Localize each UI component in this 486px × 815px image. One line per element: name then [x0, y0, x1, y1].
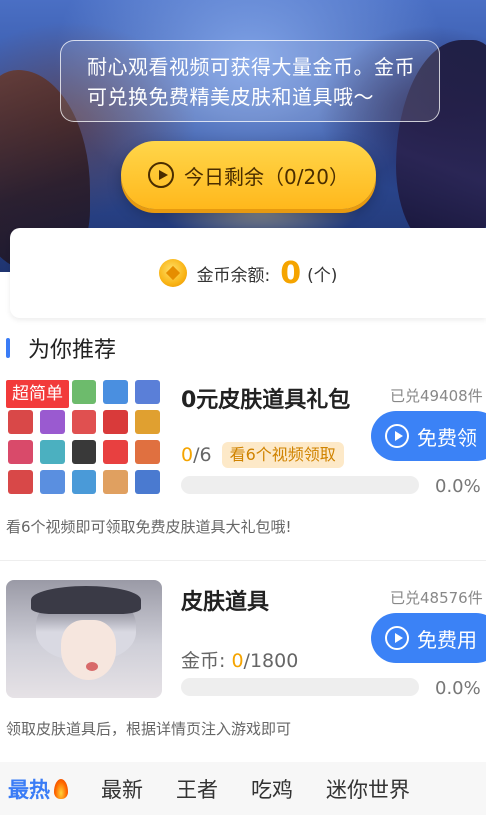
thumbnail-tile [135, 440, 160, 464]
coin-current: 0 [231, 650, 244, 672]
easy-badge: 超简单 [6, 380, 69, 408]
coin-progress: 金币: 0/1800 [181, 646, 298, 673]
section-accent-bar [6, 338, 10, 358]
thumbnail-tile [135, 380, 160, 404]
hero-notice: 耐心观看视频可获得大量金币。金币可兑换免费精美皮肤和道具哦～ [60, 40, 440, 122]
thumbnail-tile [8, 470, 33, 494]
thumbnail-tile [71, 380, 97, 404]
coin-balance-card: 金币余额: 0 (个) [10, 228, 486, 318]
thumbnail-tile [39, 410, 65, 434]
video-progress: 0 /6 看6个视频领取 [181, 442, 344, 468]
thumbnail-tile [103, 440, 129, 464]
balance-label: 金币余额: [196, 265, 271, 286]
progress-current: 0 [181, 444, 194, 466]
thumbnail-tile [135, 470, 160, 494]
coin-label: 金币: [181, 650, 232, 672]
progress-percent: 0.0% [435, 678, 481, 699]
progress-bar [181, 678, 419, 696]
avatar-cap [31, 586, 141, 614]
item-title: 皮肤道具 [181, 590, 270, 615]
avatar-face [61, 620, 116, 680]
watch-video-button[interactable]: 今日剩余（0/20） [121, 141, 376, 209]
balance-value: 0 [280, 255, 302, 291]
thumbnail-tile [103, 470, 129, 494]
fire-icon [54, 778, 68, 799]
section-header: 为你推荐 [6, 333, 116, 363]
thumbnail-tile [8, 410, 33, 434]
item-description: 领取皮肤道具后，根据详情页注入游戏即可 [6, 720, 292, 738]
play-icon [148, 162, 175, 188]
redeemed-count: 已兑49408件 [390, 387, 483, 405]
tab-label: 王者 [176, 777, 218, 802]
item-description: 看6个视频即可领取免费皮肤道具大礼包哦! [6, 518, 292, 536]
progress-percent: 0.0% [435, 476, 481, 497]
coin-total: /1800 [243, 650, 299, 672]
category-tabs: 最热 最新 王者 吃鸡 迷你世界 [0, 762, 486, 815]
redeemed-count: 已兑48576件 [390, 589, 483, 607]
avatar-mouth [86, 662, 98, 671]
progress-bar [181, 476, 419, 494]
progress-total: /6 [193, 444, 212, 466]
divider [0, 560, 486, 561]
item-title: 0元皮肤道具礼包 [181, 388, 351, 413]
free-claim-label: 免费领 [417, 425, 477, 450]
play-icon [385, 424, 409, 448]
thumbnail-tile [39, 440, 65, 464]
watch-video-label: 今日剩余（0/20） [184, 164, 349, 189]
tab-label: 吃鸡 [251, 777, 293, 802]
thumbnail-tile [135, 410, 160, 434]
tab-0[interactable]: 最热 [8, 774, 68, 804]
thumbnail-tile [71, 440, 97, 464]
tab-2[interactable]: 王者 [176, 774, 218, 804]
tab-1[interactable]: 最新 [101, 774, 143, 804]
tab-label: 最新 [101, 777, 143, 802]
free-use-label: 免费用 [417, 627, 477, 652]
watch-videos-tag: 看6个视频领取 [221, 442, 344, 468]
coin-icon [158, 259, 187, 287]
skin-props-thumbnail [6, 580, 162, 698]
thumbnail-tile [103, 410, 129, 434]
tab-label: 迷你世界 [326, 777, 410, 802]
tab-3[interactable]: 吃鸡 [251, 774, 293, 804]
tab-label: 最热 [8, 777, 50, 802]
free-claim-button[interactable]: 免费领 [371, 411, 486, 461]
thumbnail-tile [71, 410, 97, 434]
thumbnail-tile [39, 470, 65, 494]
thumbnail-tile [103, 380, 129, 404]
thumbnail-tile [8, 440, 33, 464]
section-title: 为你推荐 [28, 338, 117, 363]
tab-4[interactable]: 迷你世界 [326, 774, 410, 804]
free-use-button[interactable]: 免费用 [371, 613, 486, 663]
play-icon [385, 626, 409, 650]
thumbnail-tile [71, 470, 97, 494]
balance-unit: (个) [307, 265, 338, 286]
